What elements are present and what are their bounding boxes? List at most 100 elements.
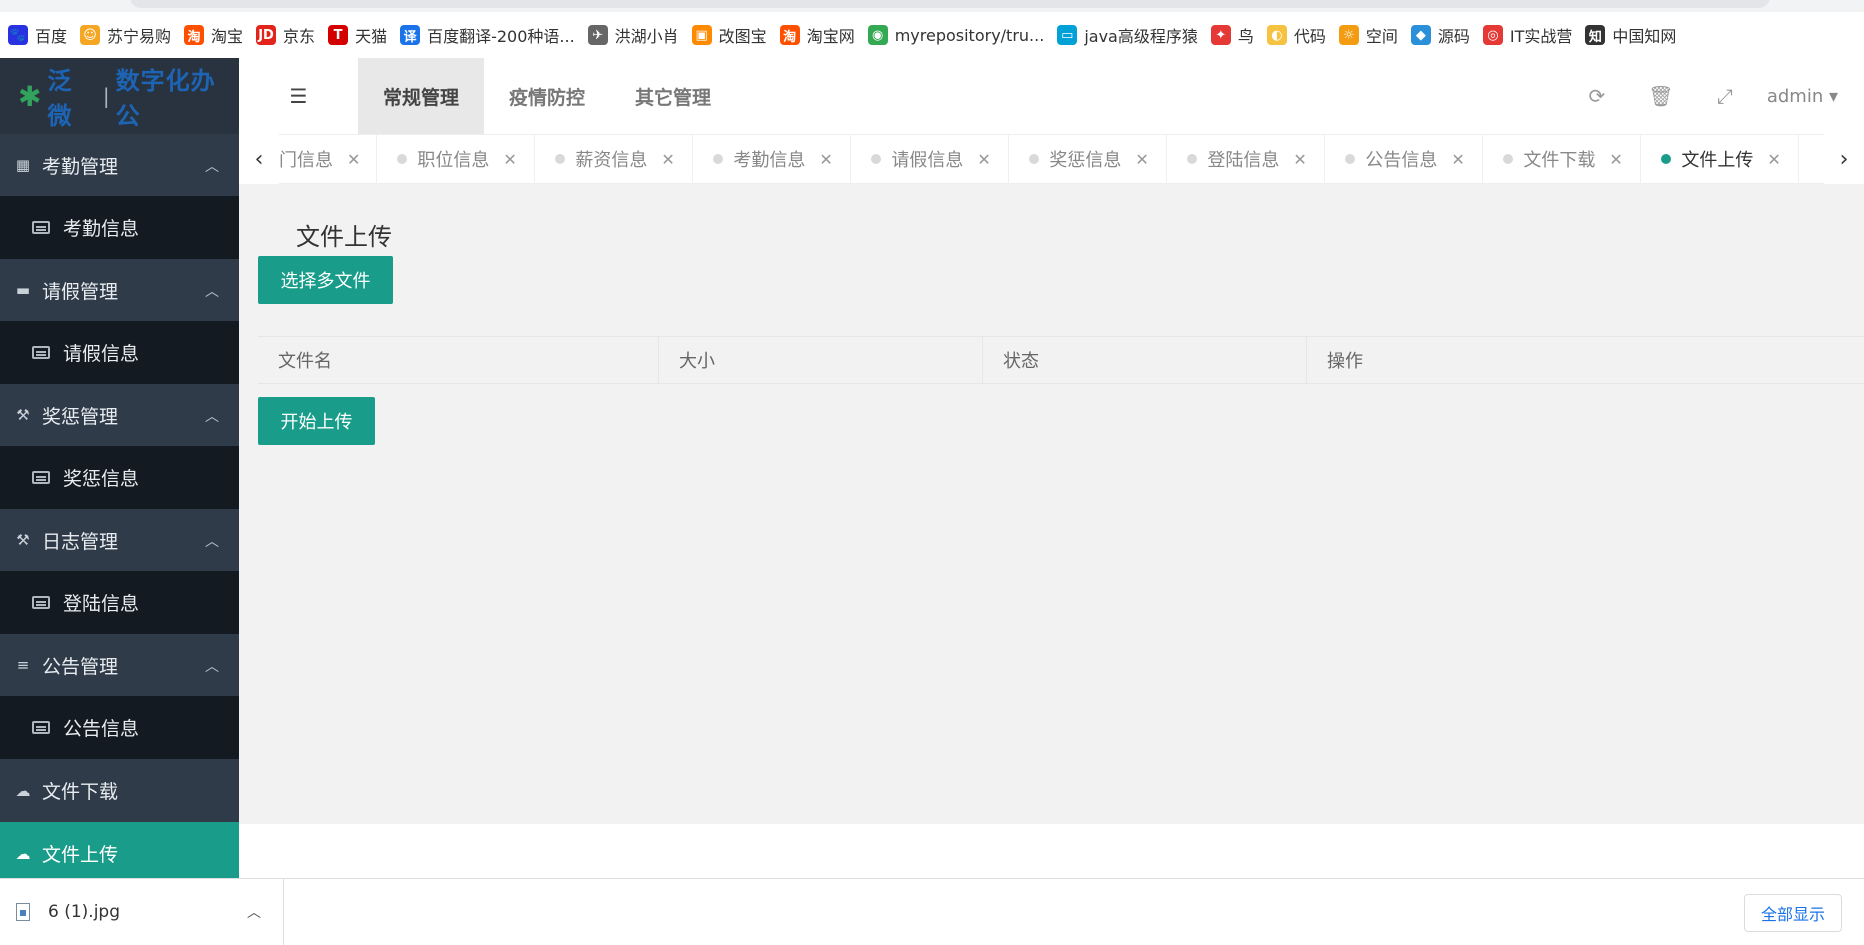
bookmark-item[interactable]: ◆ 源码 xyxy=(1410,12,1483,58)
bookmark-item[interactable]: ☼ 空间 xyxy=(1338,12,1411,58)
bookmark-item[interactable]: ✦ 鸟 xyxy=(1210,12,1267,58)
page-tab[interactable]: 登陆信息 ✕ xyxy=(1167,134,1326,184)
select-files-button[interactable]: 选择多文件 xyxy=(258,256,393,304)
sidebar-subitem-label: 奖惩信息 xyxy=(63,468,140,490)
sidebar-item-file-upload[interactable]: ☁ 文件上传 xyxy=(0,822,239,878)
nav-tab-epidemic[interactable]: 疫情防控 xyxy=(484,58,610,134)
suning-icon: ☺ xyxy=(80,25,101,45)
table-icon xyxy=(32,346,50,359)
bookmark-item[interactable]: ✈ 洪湖小肖 xyxy=(587,12,692,58)
close-icon[interactable]: ✕ xyxy=(977,150,990,169)
tab-label: 职位信息 xyxy=(417,150,490,171)
bookmark-item[interactable]: JD 京东 xyxy=(256,12,328,58)
page-tab[interactable]: 门信息 ✕ xyxy=(279,134,378,184)
close-icon[interactable]: ✕ xyxy=(1135,150,1148,169)
logo-mark-icon: ✱ xyxy=(18,79,42,113)
bookmark-label: IT实战营 xyxy=(1509,27,1573,46)
sidebar-group-label: 请假管理 xyxy=(42,280,119,303)
page-tab[interactable]: 公告信息 ✕ xyxy=(1325,134,1484,184)
yuanma-icon: ◆ xyxy=(1410,25,1431,45)
sidebar-subitem[interactable]: 公告信息 xyxy=(0,696,239,759)
bookmark-label: 淘宝 xyxy=(211,27,244,46)
logo: ✱ 泛微 | 数字化办公 xyxy=(0,58,239,134)
show-all-button[interactable]: 全部显示 xyxy=(1743,894,1842,932)
bookmark-item[interactable]: ▭ java高级程序猿 xyxy=(1057,12,1211,58)
sidebar-group[interactable]: ▦ 考勤管理 ︿ xyxy=(0,134,239,196)
sidebar-group[interactable]: ⚒ 奖惩管理 ︿ xyxy=(0,384,239,446)
sidebar-group[interactable]: ▬ 请假管理 ︿ xyxy=(0,259,239,321)
refresh-icon[interactable]: ⟳ xyxy=(1565,84,1629,108)
page-tab[interactable]: 文件下载 ✕ xyxy=(1483,134,1642,184)
sidebar-subitem[interactable]: 考勤信息 xyxy=(0,196,239,259)
bookmark-item[interactable]: T 天猫 xyxy=(328,12,400,58)
bookmark-item[interactable]: ☺ 苏宁易购 xyxy=(80,12,184,58)
start-upload-button[interactable]: 开始上传 xyxy=(258,397,375,445)
fullscreen-icon[interactable]: ⤢ xyxy=(1693,84,1757,108)
close-icon[interactable]: ✕ xyxy=(661,150,674,169)
bookmark-label: 改图宝 xyxy=(718,27,767,46)
bookmark-item[interactable]: 译百度翻译-200种语... xyxy=(400,12,588,58)
chevron-up-icon: ︿ xyxy=(205,659,219,675)
trash-icon[interactable]: 🗑 xyxy=(1629,84,1693,108)
bookmark-item[interactable]: ◉ myrepository/tru... xyxy=(867,12,1058,58)
page-tab[interactable]: 文件上传 ✕ xyxy=(1641,134,1800,184)
taobao-icon: 淘 xyxy=(184,25,205,45)
chevron-up-icon: ︿ xyxy=(205,534,219,550)
close-icon[interactable]: ✕ xyxy=(347,150,360,169)
close-icon[interactable]: ✕ xyxy=(1451,150,1464,169)
calendar-icon: ▦ xyxy=(15,156,31,174)
sidebar-subitem-label: 登陆信息 xyxy=(63,593,140,615)
bookmark-label: 中国知网 xyxy=(1612,27,1677,46)
fanyi-icon: 译 xyxy=(400,25,421,45)
bookmark-item[interactable]: 知中国知网 xyxy=(1585,12,1689,58)
close-icon[interactable]: ✕ xyxy=(1293,150,1306,169)
tabs-scroll-right-icon[interactable]: › xyxy=(1824,134,1864,184)
bookmark-item[interactable]: 淘淘宝 xyxy=(184,12,256,58)
bookmark-item[interactable]: ◐ 代码 xyxy=(1266,12,1339,58)
nav-tab-other[interactable]: 其它管理 xyxy=(610,58,736,134)
sidebar-group[interactable]: ⚒ 日志管理 ︿ xyxy=(0,509,239,571)
sidebar-item-file-download[interactable]: ☁ 文件下载 xyxy=(0,759,239,822)
bookmark-item[interactable]: 🐾 百度 xyxy=(8,12,80,58)
user-menu[interactable]: admin ▾ xyxy=(1757,86,1864,107)
nav-tab-general[interactable]: 常规管理 xyxy=(358,58,485,134)
close-icon[interactable]: ✕ xyxy=(819,150,832,169)
sidebar-subitem-label: 请假信息 xyxy=(63,343,140,365)
gavel-icon: ⚒ xyxy=(16,406,30,424)
page-tab[interactable]: 考勤信息 ✕ xyxy=(693,134,852,184)
close-icon[interactable]: ✕ xyxy=(1767,150,1780,169)
table-icon xyxy=(32,596,50,609)
page-tab[interactable]: 奖惩信息 ✕ xyxy=(1009,134,1168,184)
bookmark-label: 百度翻译-200种语... xyxy=(427,27,575,46)
column-filename: 文件名 xyxy=(258,337,659,383)
baidu-icon: 🐾 xyxy=(8,25,28,45)
download-bar: 6 (1).jpg ︿ 全部显示 xyxy=(0,878,1864,945)
bookmark-item[interactable]: ▣ 改图宝 xyxy=(691,12,780,58)
page-tab[interactable]: 请假信息 ✕ xyxy=(851,134,1010,184)
chevron-up-icon[interactable]: ︿ xyxy=(247,902,261,922)
page-tab[interactable]: 职位信息 ✕ xyxy=(377,134,536,184)
tab-status-dot xyxy=(397,154,408,164)
close-icon[interactable]: ✕ xyxy=(1609,150,1622,169)
page-tab[interactable]: 薪资信息 ✕ xyxy=(535,134,694,184)
menu-toggle-icon[interactable]: ☰ xyxy=(239,58,358,134)
tabs-scroll-left-icon[interactable]: ‹ xyxy=(239,134,279,184)
download-item[interactable]: 6 (1).jpg ︿ xyxy=(0,878,284,945)
close-icon[interactable]: ✕ xyxy=(503,150,516,169)
bookmark-item[interactable]: ◎ IT实战营 xyxy=(1482,12,1586,58)
sidebar-subitem[interactable]: 请假信息 xyxy=(0,321,239,384)
column-action: 操作 xyxy=(1327,351,1363,372)
list-icon: ≡ xyxy=(16,656,30,674)
tab-label: 请假信息 xyxy=(891,150,964,171)
bookmark-label: 洪湖小肖 xyxy=(614,27,679,46)
sidebar-subitem[interactable]: 登陆信息 xyxy=(0,571,239,634)
address-bar[interactable] xyxy=(130,0,1770,8)
sidebar-subitem[interactable]: 奖惩信息 xyxy=(0,446,239,509)
tab-status-dot xyxy=(871,154,882,164)
file-icon xyxy=(16,902,30,921)
code-icon: ◐ xyxy=(1266,25,1287,45)
bookmark-label: 京东 xyxy=(283,27,316,46)
sidebar-subitem-label: 考勤信息 xyxy=(63,218,140,240)
bookmark-item[interactable]: 淘淘宝网 xyxy=(779,12,868,58)
sidebar-group[interactable]: ≡ 公告管理 ︿ xyxy=(0,634,239,696)
